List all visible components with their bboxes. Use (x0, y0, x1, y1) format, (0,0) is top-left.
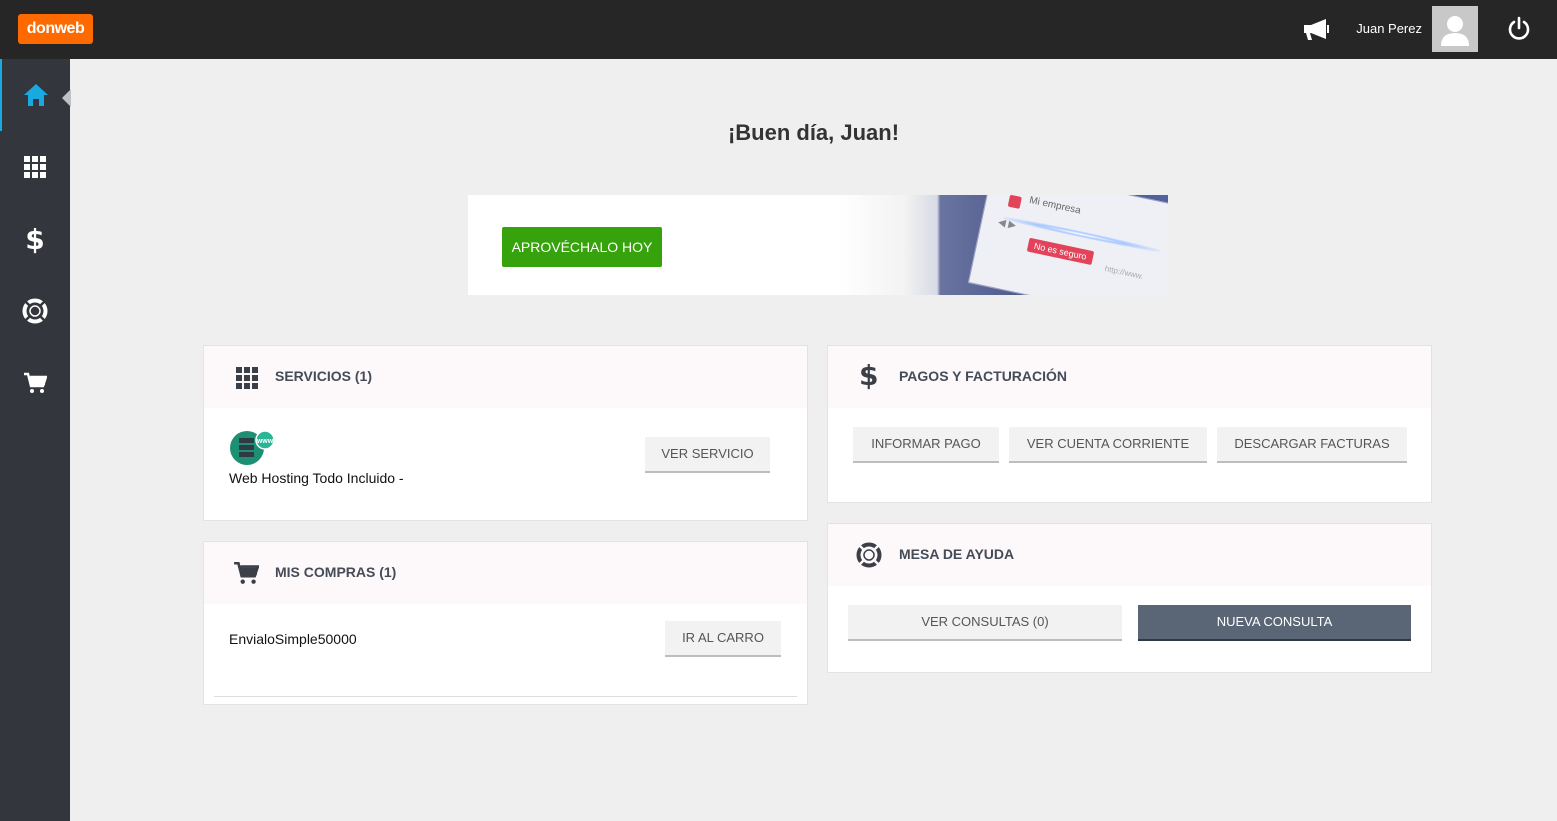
promo-cta-button[interactable]: APROVÉCHALO HOY (502, 227, 662, 267)
billing-card-header: $ PAGOS Y FACTURACIÓN (828, 346, 1431, 408)
dollar-icon: $ (25, 222, 45, 256)
sidebar-item-support[interactable] (0, 275, 70, 347)
sidebar-item-billing[interactable]: $ (0, 203, 70, 275)
helpdesk-card-header: MESA DE AYUDA (828, 524, 1431, 586)
dollar-icon: $ (859, 359, 879, 392)
grid-icon (24, 156, 46, 178)
billing-card: $ PAGOS Y FACTURACIÓN INFORMAR PAGO VER … (827, 345, 1432, 503)
browser-tab-label: Mi empresa (1028, 195, 1082, 217)
services-title: SERVICIOS (1) (275, 368, 372, 384)
lifebuoy-icon (22, 298, 48, 324)
browser-illustration: Mi empresa ◀ ▶ No es seguro http://www. (967, 195, 1168, 295)
megaphone-icon[interactable] (1302, 17, 1330, 41)
view-service-button[interactable]: VER SERVICIO (645, 437, 770, 473)
address-bar: http://www. (1103, 264, 1145, 282)
service-name: Web Hosting Todo Incluido - (229, 470, 404, 486)
helpdesk-card: MESA DE AYUDA VER CONSULTAS (0) NUEVA CO… (827, 523, 1432, 673)
greeting-title: ¡Buen día, Juan! (727, 120, 900, 145)
home-icon (24, 84, 48, 106)
sidebar: $ (0, 59, 70, 821)
promo-banner[interactable]: Mi empresa ◀ ▶ No es seguro http://www. … (468, 195, 1168, 295)
sidebar-item-home[interactable] (0, 59, 70, 131)
services-card: SERVICIOS (1) www Web Hosting Todo Inclu… (203, 345, 808, 521)
user-name[interactable]: Juan Perez (1340, 21, 1422, 36)
lock-icon (1007, 195, 1022, 209)
purchases-card-header: MIS COMPRAS (1) (204, 542, 807, 604)
helpdesk-title: MESA DE AYUDA (899, 546, 1015, 562)
billing-title: PAGOS Y FACTURACIÓN (899, 368, 1068, 384)
view-tickets-button[interactable]: VER CONSULTAS (0) (848, 605, 1122, 641)
donweb-logo[interactable]: donweb (18, 14, 93, 44)
active-indicator-arrow (62, 89, 71, 107)
banner-image: Mi empresa ◀ ▶ No es seguro http://www. (838, 195, 1168, 295)
lifebuoy-icon (856, 542, 882, 568)
grid-icon (236, 367, 258, 389)
services-card-header: SERVICIOS (1) (204, 346, 807, 408)
purchase-item-name: EnvialoSimple50000 (229, 631, 357, 647)
sidebar-item-cart[interactable] (0, 347, 70, 419)
sidebar-item-services[interactable] (0, 131, 70, 203)
cart-icon (24, 372, 47, 393)
divider (214, 696, 797, 697)
purchases-title: MIS COMPRAS (1) (275, 564, 397, 580)
not-secure-badge: No es seguro (1026, 237, 1094, 265)
www-badge: www (256, 438, 274, 445)
new-ticket-button[interactable]: NUEVA CONSULTA (1138, 605, 1411, 641)
power-icon[interactable] (1506, 16, 1532, 42)
top-bar: donweb Juan Perez (0, 0, 1557, 59)
view-account-button[interactable]: VER CUENTA CORRIENTE (1009, 427, 1207, 463)
download-invoices-button[interactable]: DESCARGAR FACTURAS (1217, 427, 1407, 463)
user-avatar-icon[interactable] (1432, 6, 1478, 52)
purchases-card: MIS COMPRAS (1) EnvialoSimple50000 IR AL… (203, 541, 808, 705)
go-to-cart-button[interactable]: IR AL CARRO (665, 621, 781, 657)
cart-icon (234, 561, 259, 584)
hosting-service-icon: www (230, 430, 275, 465)
report-payment-button[interactable]: INFORMAR PAGO (853, 427, 999, 463)
